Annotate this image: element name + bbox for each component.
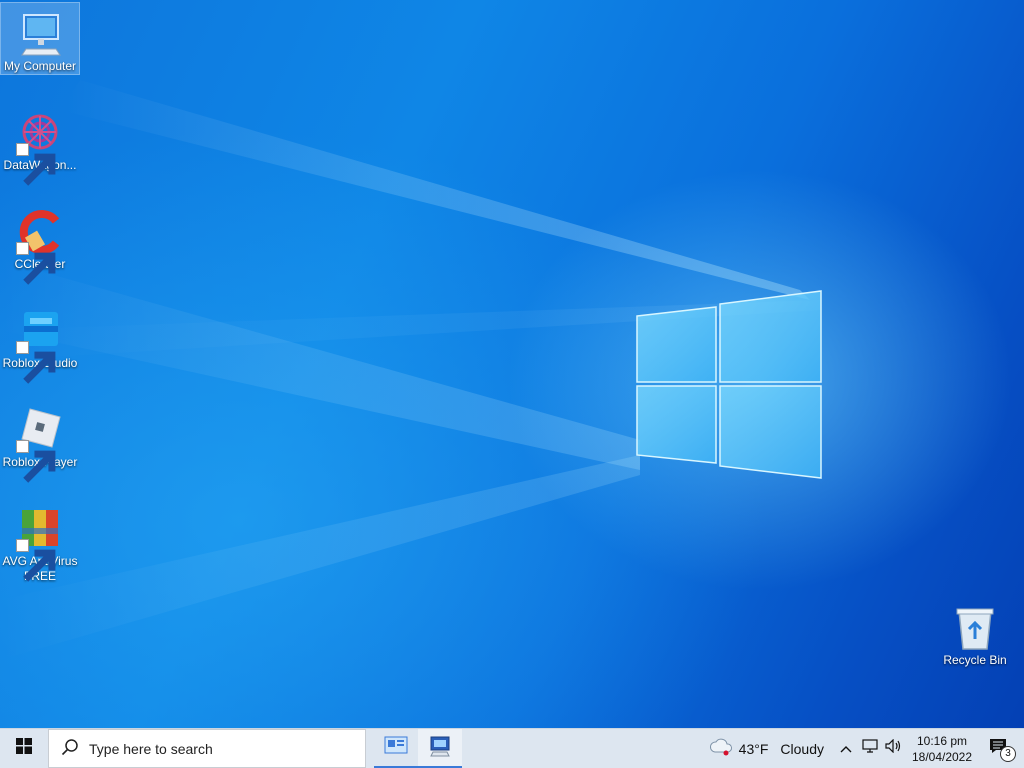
desktop-icon-recycle-bin[interactable]: Recycle Bin [936,597,1014,668]
windows-logo-icon [16,738,32,759]
desktop-icon-avg-antivirus[interactable]: AVG AntiVirus FREE [1,498,79,584]
search-box[interactable]: Type here to search [48,729,366,768]
roblox-studio-icon [16,306,64,384]
computer-monitor-icon [16,9,64,57]
shortcut-arrow-icon [16,341,56,384]
control-panel-icon [384,735,408,762]
network-button[interactable] [858,729,882,768]
taskbar-app-control-panel[interactable] [374,729,418,768]
weather-temperature: 43°F [738,740,769,757]
notification-count-badge: 3 [1000,746,1016,762]
wallpaper-light-beams [0,80,822,660]
desktop[interactable]: My Computer DataWagon... CCleaner Roblox… [0,0,1024,728]
show-hidden-icons-button[interactable] [834,729,858,768]
clock-time: 10:16 pm [916,733,968,748]
ccleaner-icon [16,207,64,285]
weather-condition: Cloudy [780,740,824,757]
shortcut-arrow-icon [16,242,56,285]
avg-antivirus-icon [16,504,64,582]
datawagon-icon [16,108,64,186]
system-properties-icon [428,735,452,762]
chevron-up-icon [840,740,852,758]
recycle-bin-icon [951,603,999,651]
desktop-icon-datawagon[interactable]: DataWagon... [1,102,79,186]
cloudy-weather-icon [709,737,733,760]
search-icon [61,738,79,759]
icon-label: My Computer [3,59,77,73]
taskbar-app-system-properties[interactable] [418,729,462,768]
clock[interactable]: 10:16 pm 18/04/2022 [906,733,978,765]
clock-date: 18/04/2022 [911,749,973,764]
search-placeholder: Type here to search [89,740,213,757]
volume-icon [885,738,903,758]
taskbar: Type here to search 43°F Cloudy 10:16 pm… [0,728,1024,768]
shortcut-arrow-icon [16,539,56,582]
desktop-icon-roblox-studio[interactable]: Roblox Studio [1,300,79,384]
windows-logo-wallpaper [636,290,822,479]
network-icon [862,739,878,758]
desktop-icon-ccleaner[interactable]: CCleaner [1,201,79,285]
desktop-icon-my-computer[interactable]: My Computer [0,2,80,75]
system-tray: 43°F Cloudy 10:16 pm 18/04/2022 3 [703,729,1024,768]
action-center-button[interactable]: 3 [978,729,1018,768]
start-button[interactable] [0,729,48,768]
desktop-icon-roblox-player[interactable]: Roblox Player [1,399,79,483]
weather-widget[interactable]: 43°F Cloudy [703,729,834,768]
shortcut-arrow-icon [16,440,56,483]
icon-label: Recycle Bin [943,653,1007,667]
shortcut-arrow-icon [16,143,56,186]
roblox-player-icon [16,405,64,483]
volume-button[interactable] [882,729,906,768]
